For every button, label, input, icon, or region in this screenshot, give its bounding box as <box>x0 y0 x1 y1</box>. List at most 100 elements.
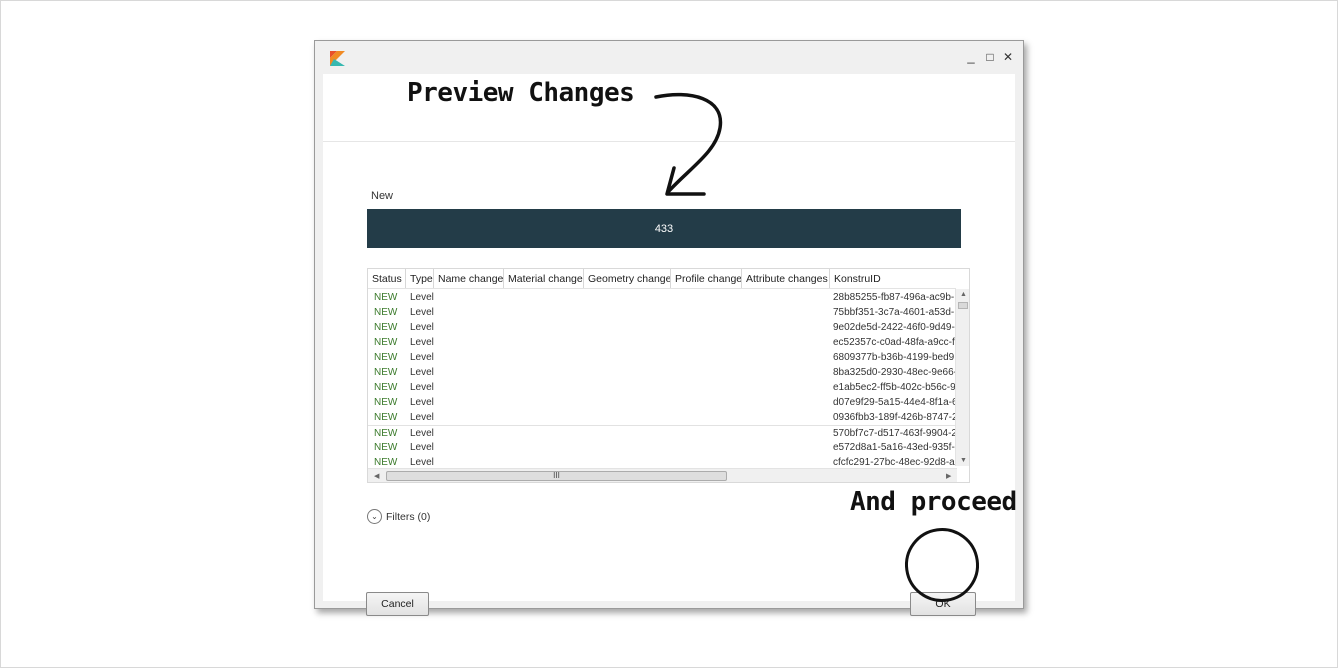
cancel-button[interactable]: Cancel <box>366 592 429 616</box>
cell-attribute-changes <box>742 440 830 455</box>
table-row[interactable]: NEW Level e1ab5ec2-ff5b-402c-b56c-9 <box>368 380 956 395</box>
cell-material-change <box>504 455 584 466</box>
table-row[interactable]: NEW Level d07e9f29-5a15-44e4-8f1a-6 <box>368 395 956 410</box>
new-label: New <box>371 190 394 202</box>
chevron-down-icon[interactable]: ⌄ <box>367 509 382 524</box>
cell-status: NEW <box>374 367 398 378</box>
cell-status: NEW <box>374 352 398 363</box>
cell-material-change <box>504 320 584 335</box>
table-row[interactable]: NEW Level 28b85255-fb87-496a-ac9b- <box>368 290 956 305</box>
cell-name-change <box>434 335 504 350</box>
cell-konstruid: d07e9f29-5a15-44e4-8f1a-6 <box>833 397 956 408</box>
cell-name-change <box>434 290 504 305</box>
cell-name-change <box>434 395 504 410</box>
cell-material-change <box>504 350 584 365</box>
cell-material-change <box>504 305 584 320</box>
cell-name-change <box>434 440 504 455</box>
cell-geometry-change <box>584 426 671 440</box>
cell-geometry-change <box>584 320 671 335</box>
cell-status: NEW <box>374 292 398 303</box>
cell-geometry-change <box>584 335 671 350</box>
cell-type: Level <box>410 428 434 439</box>
horizontal-scroll-thumb[interactable]: III <box>386 471 727 481</box>
scroll-down-icon[interactable]: ▼ <box>960 457 967 464</box>
scroll-up-icon[interactable]: ▲ <box>960 291 967 298</box>
horizontal-scrollbar[interactable]: ◀ III ▶ <box>368 468 957 482</box>
maximize-icon[interactable]: □ <box>981 48 999 66</box>
cell-name-change <box>434 350 504 365</box>
title-bar: _ □ ✕ <box>315 41 1023 74</box>
table-row[interactable]: NEW Level 9e02de5d-2422-46f0-9d49- <box>368 320 956 335</box>
vertical-scroll-thumb[interactable] <box>958 302 968 309</box>
scroll-grip: III <box>553 471 560 480</box>
cell-name-change <box>434 455 504 466</box>
table-row[interactable]: NEW Level e572d8a1-5a16-43ed-935f-l <box>368 440 956 455</box>
table-row[interactable]: NEW Level 8ba325d0-2930-48ec-9e66- <box>368 365 956 380</box>
cell-konstruid: 570bf7c7-d517-463f-9904-2 <box>833 428 956 439</box>
scroll-right-icon[interactable]: ▶ <box>946 472 951 480</box>
cell-profile-change <box>671 305 742 320</box>
column-header-material-change[interactable]: Material change <box>504 269 584 288</box>
close-icon[interactable]: ✕ <box>999 48 1017 66</box>
cell-name-change <box>434 410 504 425</box>
cell-material-change <box>504 395 584 410</box>
column-header-status[interactable]: Status <box>368 269 406 288</box>
column-header-type[interactable]: Type <box>406 269 434 288</box>
cell-material-change <box>504 290 584 305</box>
cell-attribute-changes <box>742 320 830 335</box>
cell-konstruid: 75bbf351-3c7a-4601-a53d- <box>833 307 955 318</box>
column-header-attribute-changes[interactable]: Attribute changes <box>742 269 830 288</box>
scroll-left-icon[interactable]: ◀ <box>374 472 379 480</box>
changes-grid[interactable]: Status Type Name change Material change … <box>367 268 970 483</box>
vertical-scrollbar[interactable]: ▲ ▼ <box>955 289 969 466</box>
cell-status: NEW <box>374 307 398 318</box>
cell-material-change <box>504 426 584 440</box>
table-row[interactable]: NEW Level ec52357c-c0ad-48fa-a9cc-f <box>368 335 956 350</box>
filters-toggle[interactable]: ⌄ Filters (0) <box>367 509 430 524</box>
table-row[interactable]: NEW Level 570bf7c7-d517-463f-9904-2 <box>368 425 956 440</box>
cell-konstruid: ec52357c-c0ad-48fa-a9cc-f <box>833 337 955 348</box>
cell-geometry-change <box>584 440 671 455</box>
cell-material-change <box>504 365 584 380</box>
table-row[interactable]: NEW Level 6809377b-b36b-4199-bed9 <box>368 350 956 365</box>
cell-profile-change <box>671 320 742 335</box>
cell-attribute-changes <box>742 365 830 380</box>
filters-label: Filters (0) <box>386 510 431 523</box>
cell-type: Level <box>410 352 434 363</box>
minimize-icon[interactable]: _ <box>962 48 980 66</box>
cell-name-change <box>434 380 504 395</box>
cell-attribute-changes <box>742 380 830 395</box>
cell-attribute-changes <box>742 426 830 440</box>
cell-konstruid: e572d8a1-5a16-43ed-935f-l <box>833 442 956 453</box>
cell-material-change <box>504 380 584 395</box>
cell-type: Level <box>410 382 434 393</box>
cell-konstruid: e1ab5ec2-ff5b-402c-b56c-9 <box>833 382 956 393</box>
table-row[interactable]: NEW Level cfcfc291-27bc-48ec-92d8-a <box>368 455 956 466</box>
table-row[interactable]: NEW Level 0936fbb3-189f-426b-8747-2 <box>368 410 956 425</box>
cell-status: NEW <box>374 337 398 348</box>
cell-attribute-changes <box>742 395 830 410</box>
table-row[interactable]: NEW Level 75bbf351-3c7a-4601-a53d- <box>368 305 956 320</box>
cell-geometry-change <box>584 380 671 395</box>
cell-status: NEW <box>374 442 398 453</box>
cell-type: Level <box>410 457 434 466</box>
cell-status: NEW <box>374 428 398 439</box>
cell-profile-change <box>671 380 742 395</box>
column-header-profile-change[interactable]: Profile change <box>671 269 742 288</box>
cell-geometry-change <box>584 365 671 380</box>
column-header-name-change[interactable]: Name change <box>434 269 504 288</box>
cell-name-change <box>434 320 504 335</box>
cell-profile-change <box>671 365 742 380</box>
cell-type: Level <box>410 322 434 333</box>
cell-status: NEW <box>374 457 398 466</box>
cell-profile-change <box>671 350 742 365</box>
cell-konstruid: 6809377b-b36b-4199-bed9 <box>833 352 955 363</box>
annotation-arrow-icon <box>654 92 723 196</box>
cell-type: Level <box>410 337 434 348</box>
cell-attribute-changes <box>742 305 830 320</box>
column-header-geometry-change[interactable]: Geometry change <box>584 269 671 288</box>
cell-name-change <box>434 365 504 380</box>
cell-profile-change <box>671 335 742 350</box>
column-header-konstruid[interactable]: KonstruID <box>830 269 956 288</box>
cell-geometry-change <box>584 455 671 466</box>
